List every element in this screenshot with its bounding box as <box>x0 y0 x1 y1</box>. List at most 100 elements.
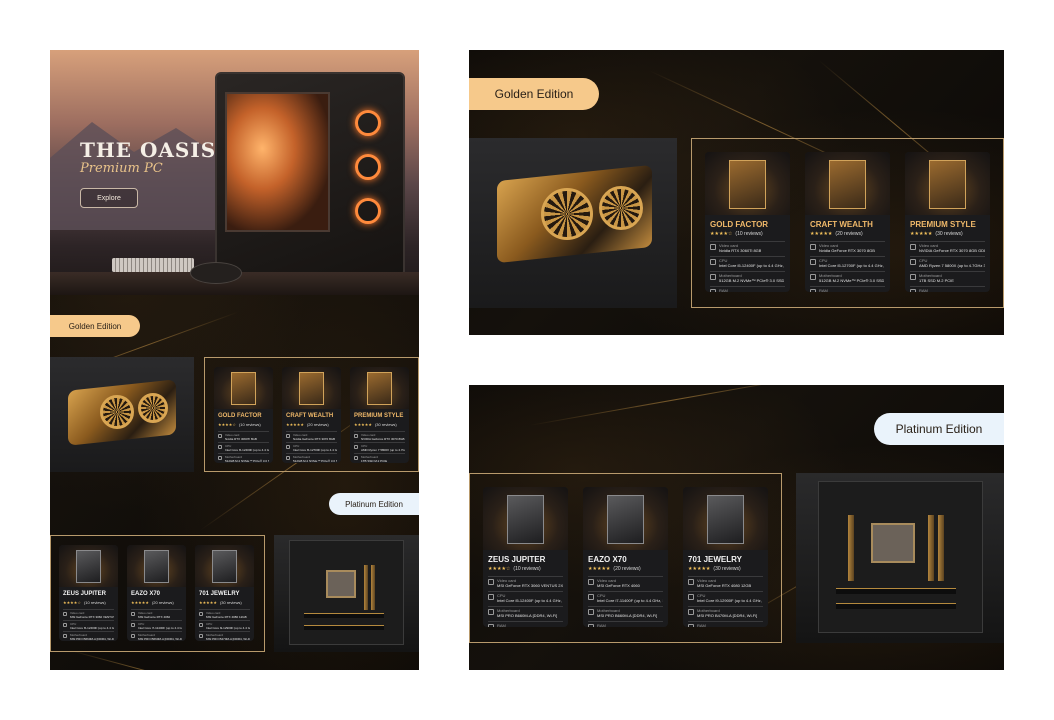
gpu-icon <box>354 434 358 438</box>
golden-edition-section: Golden Edition GOLD FACTOR ★★★★☆ (10 revie… <box>469 50 1004 335</box>
product-name[interactable]: PREMIUM STYLE <box>354 413 403 419</box>
spec-divider <box>354 453 405 454</box>
motherboard-icon <box>688 609 694 615</box>
star-rating-icon: ★★★★☆ <box>710 231 733 237</box>
gpu-icon <box>63 612 67 616</box>
platinum-edition-pill[interactable]: Platinum Edition <box>329 493 419 515</box>
product-name[interactable]: ZEUS JUPITER <box>63 591 106 597</box>
spec-value: MSI GeForce RTX 4080 12GB <box>206 615 247 619</box>
gpu-icon <box>286 434 290 438</box>
spec-value: 512GB M.2 NVMe™ PCIe® 3.0 SSD <box>719 278 785 283</box>
spec-label: RAM <box>719 288 728 292</box>
cpu-icon <box>688 594 694 600</box>
gpu-image-large <box>469 138 677 308</box>
spec-divider <box>131 631 182 632</box>
spec-value: MSI GeForce RTX 4060 <box>138 615 171 619</box>
review-count: (20 reviews) <box>151 600 174 605</box>
product-rating: ★★★★★ (30 reviews) <box>688 566 741 572</box>
product-card[interactable]: PREMIUM STYLE ★★★★★ (30 reviews) Video card… <box>350 367 409 463</box>
product-card[interactable]: CRAFT WEALTH ★★★★★ (20 reviews) Video card N… <box>282 367 341 463</box>
product-rating: ★★★★☆ (10 reviews) <box>218 422 261 427</box>
spec-value: Intel Core i9-12900F (up to 4.4 GHz, 18M… <box>697 598 763 603</box>
product-card[interactable]: ZEUS JUPITER ★★★★☆ (10 reviews) Video card M… <box>59 545 118 641</box>
spec-value: MSI PRO B660M-A [DDR4, Wi-Fi] <box>138 637 182 641</box>
product-image <box>805 152 890 215</box>
spec-divider <box>910 241 985 242</box>
product-card[interactable]: ZEUS JUPITER ★★★★☆ (10 reviews) Video card M… <box>483 487 568 627</box>
spec-value: Intel Core i5-12700F (up to 4.4 GHz, 18M… <box>819 263 885 268</box>
spec-divider <box>63 631 114 632</box>
product-name[interactable]: EAZO X70 <box>588 555 627 564</box>
spec-divider <box>199 609 250 610</box>
spec-label: RAM <box>597 623 606 627</box>
platinum-edition-pill-large[interactable]: Platinum Edition <box>874 413 1004 445</box>
spec-value: Intel Core i7-11400F (up to 4.4 GHz, 18M… <box>138 626 182 630</box>
product-name[interactable]: CRAFT WEALTH <box>810 220 873 229</box>
gpu-icon <box>710 244 716 250</box>
product-image <box>282 367 341 409</box>
spec-value: MSI PRO B660M-A [DDR4, Wi-Fi] <box>70 637 114 641</box>
product-name[interactable]: EAZO X70 <box>131 591 160 597</box>
product-card[interactable]: PREMIUM STYLE ★★★★★ (30 reviews) Video card… <box>905 152 990 292</box>
spec-divider <box>688 591 763 592</box>
motherboard-icon <box>810 274 816 280</box>
mouse-image <box>190 262 242 284</box>
gpu-icon <box>910 244 916 250</box>
cpu-icon <box>488 594 494 600</box>
spec-divider <box>63 620 114 621</box>
motherboard-icon <box>910 274 916 280</box>
spec-divider <box>810 286 885 287</box>
ram-icon <box>588 624 594 627</box>
spec-value: Intel Core i5-12700F (up to 4.4 GHz, 18M… <box>293 448 337 452</box>
motherboard-icon <box>488 609 494 615</box>
spec-value: AMD Ryzen 7 5800X (up to 4.7GHz 36MB) <box>919 263 985 268</box>
spec-divider <box>354 431 405 432</box>
spec-value: 512GB M.2 NVMe™ PCIe® 3.0 SSD <box>225 459 269 463</box>
motherboard-icon <box>131 634 135 638</box>
spec-divider <box>910 271 985 272</box>
spec-value: MSI PRO B470M-A [DDR4, Wi-Fi] <box>697 613 758 618</box>
product-card[interactable]: 701 JEWELRY ★★★★★ (30 reviews) Video card MS… <box>683 487 768 627</box>
product-card[interactable]: EAZO X70 ★★★★★ (20 reviews) Video card MSI G… <box>127 545 186 641</box>
spec-divider <box>910 286 985 287</box>
product-card[interactable]: CRAFT WEALTH ★★★★★ (20 reviews) Video card N… <box>805 152 890 292</box>
gpu-icon <box>199 612 203 616</box>
product-card[interactable]: EAZO X70 ★★★★★ (20 reviews) Video card MSI G… <box>583 487 668 627</box>
product-name[interactable]: 701 JEWELRY <box>199 591 239 597</box>
star-rating-icon: ★★★★★ <box>131 600 149 605</box>
product-name[interactable]: 701 JEWELRY <box>688 555 742 564</box>
product-name[interactable]: PREMIUM STYLE <box>910 220 976 229</box>
spec-value: Nvidia GeForce RTX 3070 8GB <box>293 437 335 441</box>
product-name[interactable]: GOLD FACTOR <box>218 413 262 419</box>
golden-edition-pill[interactable]: Golden Edition <box>50 315 140 337</box>
explore-button[interactable]: Explore <box>80 188 138 208</box>
product-image <box>350 367 409 409</box>
spec-divider <box>218 442 269 443</box>
review-count: (10 reviews) <box>735 231 763 237</box>
review-count: (20 reviews) <box>306 422 329 427</box>
product-card[interactable]: 701 JEWELRY ★★★★★ (30 reviews) Video card MS… <box>195 545 254 641</box>
ram-icon <box>910 289 916 292</box>
cpu-icon <box>810 259 816 265</box>
motherboard-icon <box>286 456 290 460</box>
spec-divider <box>810 241 885 242</box>
spec-divider <box>688 621 763 622</box>
motherboard-icon <box>710 274 716 280</box>
review-count: (20 reviews) <box>835 231 863 237</box>
gpu-icon <box>131 612 135 616</box>
product-name[interactable]: CRAFT WEALTH <box>286 413 333 419</box>
product-name[interactable]: GOLD FACTOR <box>710 220 768 229</box>
spec-value: MSI PRO B660M-A [DDR4, Wi-Fi] <box>497 613 558 618</box>
spec-value: Nvidia RTX 3060Ti 8GB <box>225 437 257 441</box>
cpu-icon <box>131 623 135 627</box>
spec-value: Nvidia RTX 3060Ti 8GB <box>719 248 762 253</box>
spec-divider <box>488 576 563 577</box>
golden-edition-pill-large[interactable]: Golden Edition <box>469 78 599 110</box>
review-count: (30 reviews) <box>935 231 963 237</box>
product-name[interactable]: ZEUS JUPITER <box>488 555 545 564</box>
product-card[interactable]: GOLD FACTOR ★★★★☆ (10 reviews) Video card Nv… <box>705 152 790 292</box>
review-count: (30 reviews) <box>374 422 397 427</box>
product-card[interactable]: GOLD FACTOR ★★★★☆ (10 reviews) Video card Nv… <box>214 367 273 463</box>
spec-divider <box>488 606 563 607</box>
product-rating: ★★★★☆ (10 reviews) <box>63 600 106 605</box>
